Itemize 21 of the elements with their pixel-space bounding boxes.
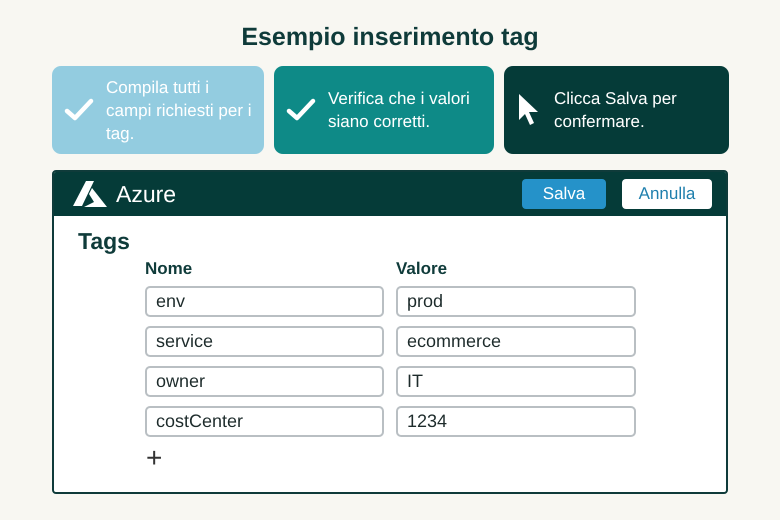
brand-name: Azure: [116, 180, 176, 208]
cancel-button[interactable]: Annulla: [622, 179, 712, 209]
value-field[interactable]: 1234: [396, 406, 636, 437]
value-field[interactable]: IT: [396, 366, 636, 397]
section-heading: Tags: [78, 228, 131, 255]
step-text: Compila tutti i campi richiesti per i tag.: [106, 76, 252, 144]
step-text: Verifica che i valori siano corretti.: [328, 88, 471, 133]
column-header: Nome: [145, 259, 194, 279]
checkmark-icon: [286, 98, 316, 122]
value-field[interactable]: ecommerce: [396, 326, 636, 357]
name-field[interactable]: owner: [145, 366, 384, 397]
value-field[interactable]: prod: [396, 286, 636, 317]
logo-icon: [72, 180, 108, 208]
page-title: Esempio inserimento tag: [241, 22, 539, 53]
add-button[interactable]: +: [142, 443, 166, 473]
name-field[interactable]: costCenter: [145, 406, 384, 437]
name-field[interactable]: service: [145, 326, 384, 357]
step-text: Clicca Salva per confermare.: [554, 88, 678, 133]
name-field[interactable]: env: [145, 286, 384, 317]
checkmark-icon: [64, 98, 94, 122]
column-header: Valore: [396, 259, 448, 279]
